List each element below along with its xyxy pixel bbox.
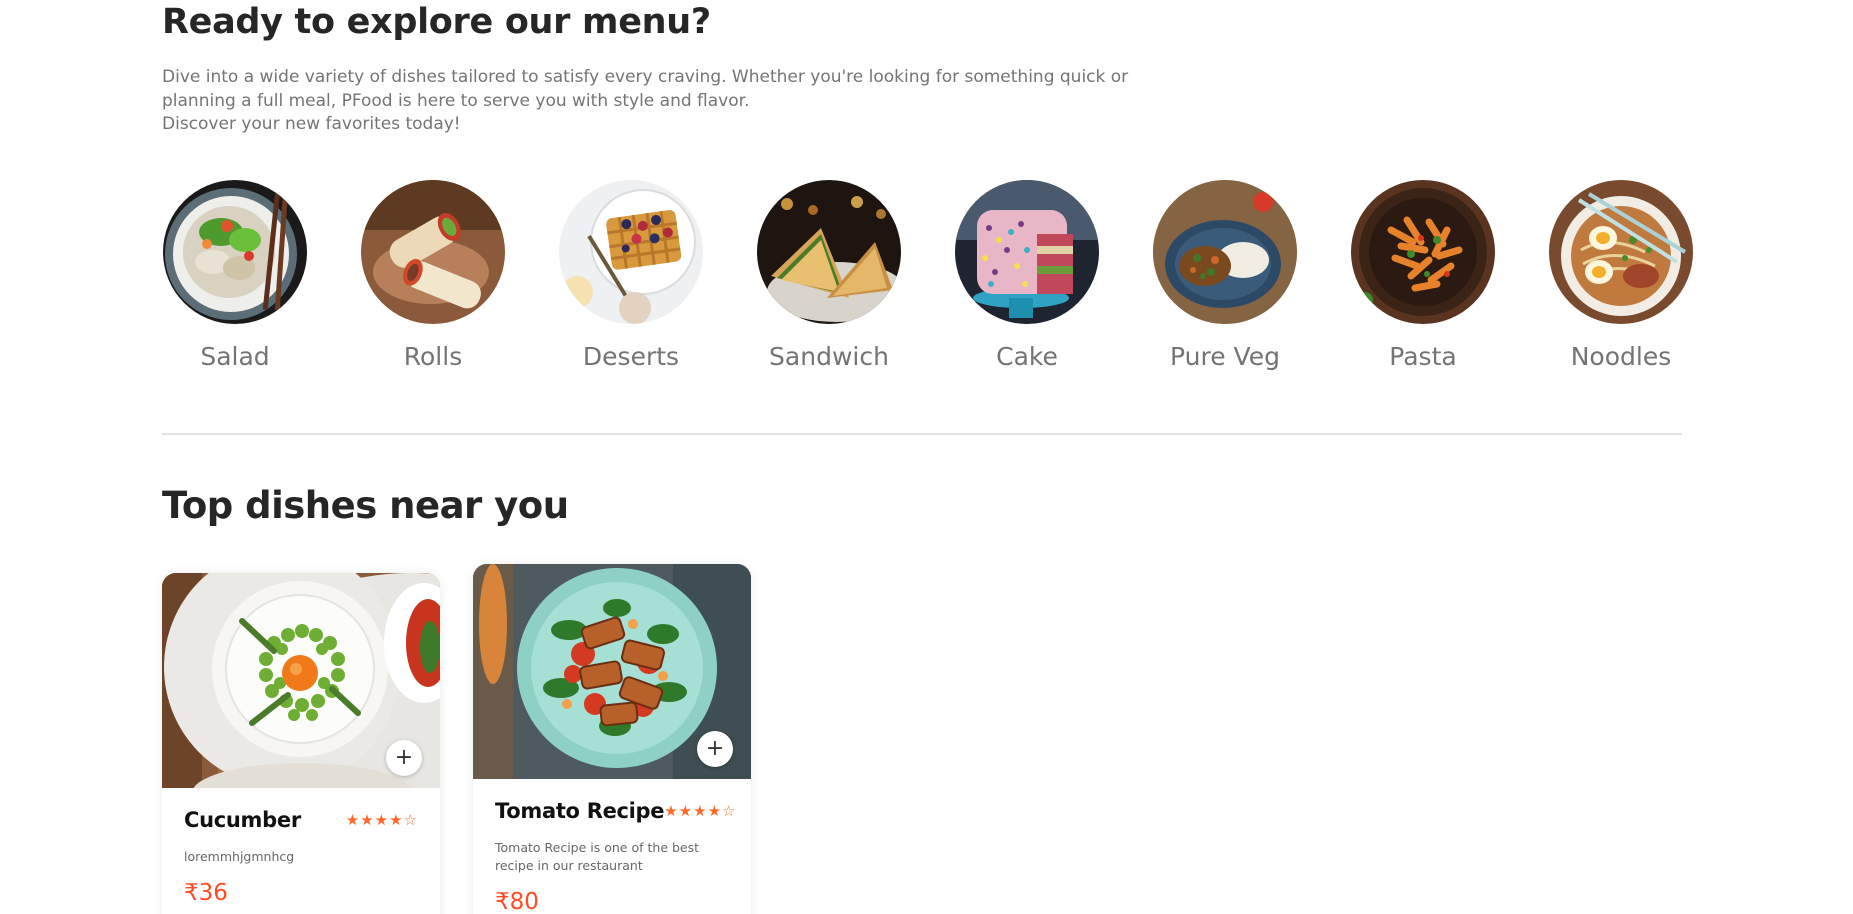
noodles-image[interactable] [1549, 180, 1693, 324]
tomato-recipe-image: + [473, 564, 751, 779]
pure-veg-image[interactable] [1153, 180, 1297, 324]
description-line: Dive into a wide variety of dishes tailo… [162, 67, 1129, 87]
dish-name: Cucumber [184, 808, 301, 832]
add-to-cart-button[interactable]: + [386, 740, 422, 776]
dish-description: loremmhjgmnhcg [184, 849, 295, 864]
menu-item-pasta[interactable]: Pasta [1350, 180, 1496, 371]
page: Ready to explore our menu? Dive into a w… [0, 0, 1853, 914]
section-divider [162, 433, 1682, 435]
food-card-tomato-recipe[interactable]: + Tomato Recipe ★★★★☆ Tomato Recipe is o… [473, 564, 751, 914]
menu-item-label: Deserts [582, 342, 680, 371]
menu-item-pure-veg[interactable]: Pure Veg [1152, 180, 1298, 371]
card-header: Tomato Recipe ★★★★☆ [495, 799, 735, 823]
add-to-cart-button[interactable]: + [697, 731, 733, 767]
pasta-image[interactable] [1351, 180, 1495, 324]
card-header: Cucumber ★★★★☆ [184, 808, 418, 832]
menu-category-list: Salad Rolls Deserts Sandwich Cake Pure V… [162, 180, 1693, 380]
salad-image[interactable] [163, 180, 307, 324]
food-card-cucumber[interactable]: + Cucumber ★★★★☆ loremmhjgmnhcg ₹36 [162, 573, 440, 914]
cake-image[interactable] [955, 180, 1099, 324]
menu-item-label: Pure Veg [1170, 342, 1280, 371]
rolls-image[interactable] [361, 180, 505, 324]
menu-item-label: Sandwich [769, 342, 889, 371]
description-line: Discover your new favorites today! [162, 114, 461, 134]
menu-item-label: Rolls [403, 342, 463, 371]
menu-item-label: Pasta [1389, 342, 1457, 371]
menu-item-cake[interactable]: Cake [954, 180, 1100, 371]
dish-description: Tomato Recipe is one of the best recipe … [495, 840, 700, 873]
dish-price: ₹36 [184, 880, 228, 906]
card-body: Tomato Recipe ★★★★☆ Tomato Recipe is one… [473, 779, 751, 914]
explore-menu-title: Ready to explore our menu? [162, 2, 711, 42]
dish-price: ₹80 [495, 889, 539, 914]
menu-item-salad[interactable]: Salad [162, 180, 308, 371]
menu-item-rolls[interactable]: Rolls [360, 180, 506, 371]
dish-name: Tomato Recipe [495, 799, 665, 823]
menu-item-sandwich[interactable]: Sandwich [756, 180, 902, 371]
menu-item-deserts[interactable]: Deserts [558, 180, 704, 371]
deserts-image[interactable] [559, 180, 703, 324]
top-dishes-title: Top dishes near you [162, 484, 569, 527]
menu-item-noodles[interactable]: Noodles [1548, 180, 1694, 371]
explore-menu-description: Dive into a wide variety of dishes tailo… [162, 66, 1129, 137]
menu-item-label: Noodles [1570, 342, 1672, 371]
menu-item-label: Salad [200, 342, 270, 371]
menu-item-label: Cake [996, 342, 1058, 371]
cucumber-image: + [162, 573, 440, 788]
sandwich-image[interactable] [757, 180, 901, 324]
rating-stars-icon: ★★★★☆ [664, 802, 737, 820]
card-body: Cucumber ★★★★☆ loremmhjgmnhcg ₹36 [162, 788, 440, 906]
description-line: planning a full meal, PFood is here to s… [162, 90, 750, 111]
rating-stars-icon: ★★★★☆ [345, 811, 418, 829]
